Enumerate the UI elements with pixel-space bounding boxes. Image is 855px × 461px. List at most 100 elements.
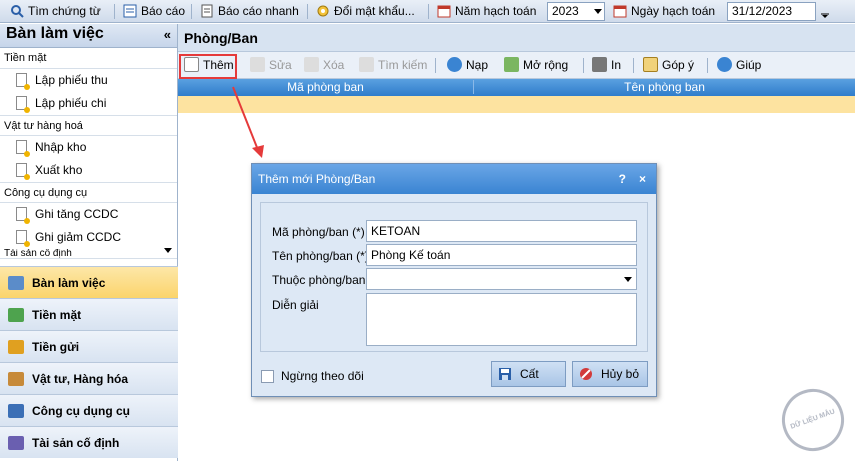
- delete-icon: [304, 57, 319, 72]
- code-value: KETOAN: [371, 224, 421, 238]
- divider: [435, 58, 436, 73]
- expand-button[interactable]: Mở rộng: [504, 56, 568, 75]
- document-icon: [16, 140, 30, 157]
- dialog-form: Mã phòng/ban (*) KETOAN Tên phòng/ban (*…: [260, 202, 648, 352]
- cancel-button[interactable]: Hủy bỏ: [572, 361, 648, 387]
- sidebar: Bàn làm việc « Tiền mặt Lập phiếu thu Lậ…: [0, 24, 178, 461]
- reload-button[interactable]: Nạp: [447, 56, 488, 75]
- nav-label: Công cụ dụng cụ: [32, 404, 130, 418]
- chevron-down-icon: [624, 277, 632, 282]
- edit-label: Sửa: [269, 58, 292, 72]
- save-icon: [498, 365, 512, 380]
- nav-sections: Bàn làm việc Tiền mặt Tiền gửi Vật tư, H…: [0, 266, 178, 458]
- nav-label: Tài sản cố định: [32, 436, 120, 450]
- expand-icon: [504, 57, 519, 72]
- parent-select[interactable]: [366, 268, 637, 290]
- group-tools: Công cụ dụng cụ: [0, 182, 177, 203]
- divider: [428, 4, 429, 19]
- help-button[interactable]: Giúp: [717, 56, 761, 75]
- nav-label: Bàn làm việc: [32, 276, 106, 290]
- report-button[interactable]: Báo cáo: [123, 3, 185, 20]
- name-value: Phòng Kế toán: [371, 248, 451, 262]
- posting-date-input[interactable]: 31/12/2023: [727, 2, 816, 21]
- document-icon: [16, 230, 30, 247]
- document-icon: [16, 96, 30, 113]
- posting-date-value: 31/12/2023: [732, 4, 793, 18]
- nav-item-goods[interactable]: Vật tư, Hàng hóa: [0, 362, 178, 394]
- nav-label: Tiền gửi: [32, 340, 80, 354]
- list-toolbar: Thêm Sửa Xóa Tìm kiếm Nạp Mở rộng In Góp…: [178, 52, 855, 79]
- fiscal-year-label-group: Năm hạch toán: [437, 3, 536, 20]
- close-icon[interactable]: ×: [639, 164, 646, 194]
- help-icon: [717, 57, 732, 72]
- chevron-down-icon: [594, 9, 602, 14]
- nav-item-desk[interactable]: Bàn làm việc: [0, 266, 178, 298]
- change-password-button[interactable]: Đổi mật khẩu...: [316, 3, 415, 20]
- add-button[interactable]: Thêm: [184, 56, 234, 75]
- nav-item-assets[interactable]: Tài sản cố định: [0, 426, 178, 458]
- divider: [114, 4, 115, 19]
- fiscal-year-select[interactable]: 2023: [547, 2, 605, 21]
- quick-report-label: Báo cáo nhanh: [218, 4, 299, 18]
- sidebar-item-tools-decrease[interactable]: Ghi giảm CCDC: [0, 226, 177, 249]
- sidebar-item-stock-out[interactable]: Xuất kho: [0, 159, 177, 182]
- nav-item-deposit[interactable]: Tiền gửi: [0, 330, 178, 362]
- sidebar-item-label: Xuất kho: [35, 163, 83, 177]
- collapse-icon[interactable]: «: [164, 27, 171, 42]
- feedback-icon: [643, 57, 658, 72]
- expand-label: Mở rộng: [523, 58, 569, 72]
- page-title: Phòng/Ban: [178, 24, 855, 52]
- add-department-dialog: Thêm mới Phòng/Ban ? × Mã phòng/ban (*) …: [251, 163, 657, 397]
- fiscal-year-label: Năm hạch toán: [455, 4, 537, 18]
- report-icon: [123, 4, 137, 18]
- search-voucher-label: Tìm chứng từ: [28, 4, 101, 18]
- group-goods: Vật tư hàng hoá: [0, 115, 177, 136]
- sidebar-item-payment[interactable]: Lập phiếu chi: [0, 92, 177, 115]
- search-voucher-button[interactable]: Tìm chứng từ: [10, 3, 101, 20]
- printer-icon: [592, 57, 607, 72]
- document-icon: [16, 73, 30, 90]
- sidebar-title: Bàn làm việc: [6, 25, 104, 42]
- group-cash: Tiền mặt: [0, 48, 177, 69]
- sidebar-item-tools-increase[interactable]: Ghi tăng CCDC: [0, 203, 177, 226]
- save-button[interactable]: Cất: [491, 361, 566, 387]
- sidebar-header: Bàn làm việc «: [0, 24, 177, 48]
- calendar-icon: [437, 4, 451, 18]
- find-button[interactable]: Tìm kiếm: [359, 56, 427, 75]
- name-field[interactable]: Phòng Kế toán: [366, 244, 637, 266]
- asset-icon: [8, 436, 24, 450]
- inactive-checkbox[interactable]: [261, 370, 274, 383]
- column-header-code[interactable]: Mã phòng ban: [178, 80, 474, 94]
- print-label: In: [611, 58, 622, 72]
- desk-icon: [8, 276, 24, 290]
- nav-item-cash[interactable]: Tiền mặt: [0, 298, 178, 330]
- delete-button[interactable]: Xóa: [304, 56, 344, 75]
- search-icon: [10, 4, 24, 18]
- column-header-name[interactable]: Tên phòng ban: [474, 80, 855, 94]
- feedback-label: Góp ý: [662, 58, 695, 72]
- overflow-chevron[interactable]: [820, 4, 830, 21]
- sidebar-item-receipt[interactable]: Lập phiếu thu: [0, 69, 177, 92]
- quick-report-button[interactable]: Báo cáo nhanh: [200, 3, 299, 20]
- cancel-label: Hủy bỏ: [601, 367, 640, 381]
- dialog-help-icon[interactable]: ?: [619, 164, 626, 194]
- print-button[interactable]: In: [592, 56, 621, 75]
- name-label: Tên phòng/ban (*): [272, 249, 369, 263]
- code-field[interactable]: KETOAN: [366, 220, 637, 242]
- edit-button[interactable]: Sửa: [250, 56, 292, 75]
- dialog-titlebar: Thêm mới Phòng/Ban ? ×: [252, 164, 656, 194]
- document-icon: [16, 207, 30, 224]
- scroll-down-icon[interactable]: [164, 248, 172, 253]
- delete-label: Xóa: [323, 58, 345, 72]
- desc-textarea[interactable]: [366, 293, 637, 346]
- top-toolbar: Tìm chứng từ Báo cáo Báo cáo nhanh Đổi m…: [0, 0, 855, 23]
- sidebar-item-stock-in[interactable]: Nhập kho: [0, 136, 177, 159]
- cancel-icon: [579, 365, 593, 380]
- feedback-button[interactable]: Góp ý: [643, 56, 694, 75]
- table-row[interactable]: [178, 96, 855, 113]
- calendar-icon: [613, 4, 627, 18]
- sidebar-item-label: Nhập kho: [35, 140, 87, 154]
- sidebar-item-label: Lập phiếu thu: [35, 73, 108, 87]
- nav-item-tools[interactable]: Công cụ dụng cụ: [0, 394, 178, 426]
- parent-label: Thuộc phòng/ban: [272, 273, 366, 287]
